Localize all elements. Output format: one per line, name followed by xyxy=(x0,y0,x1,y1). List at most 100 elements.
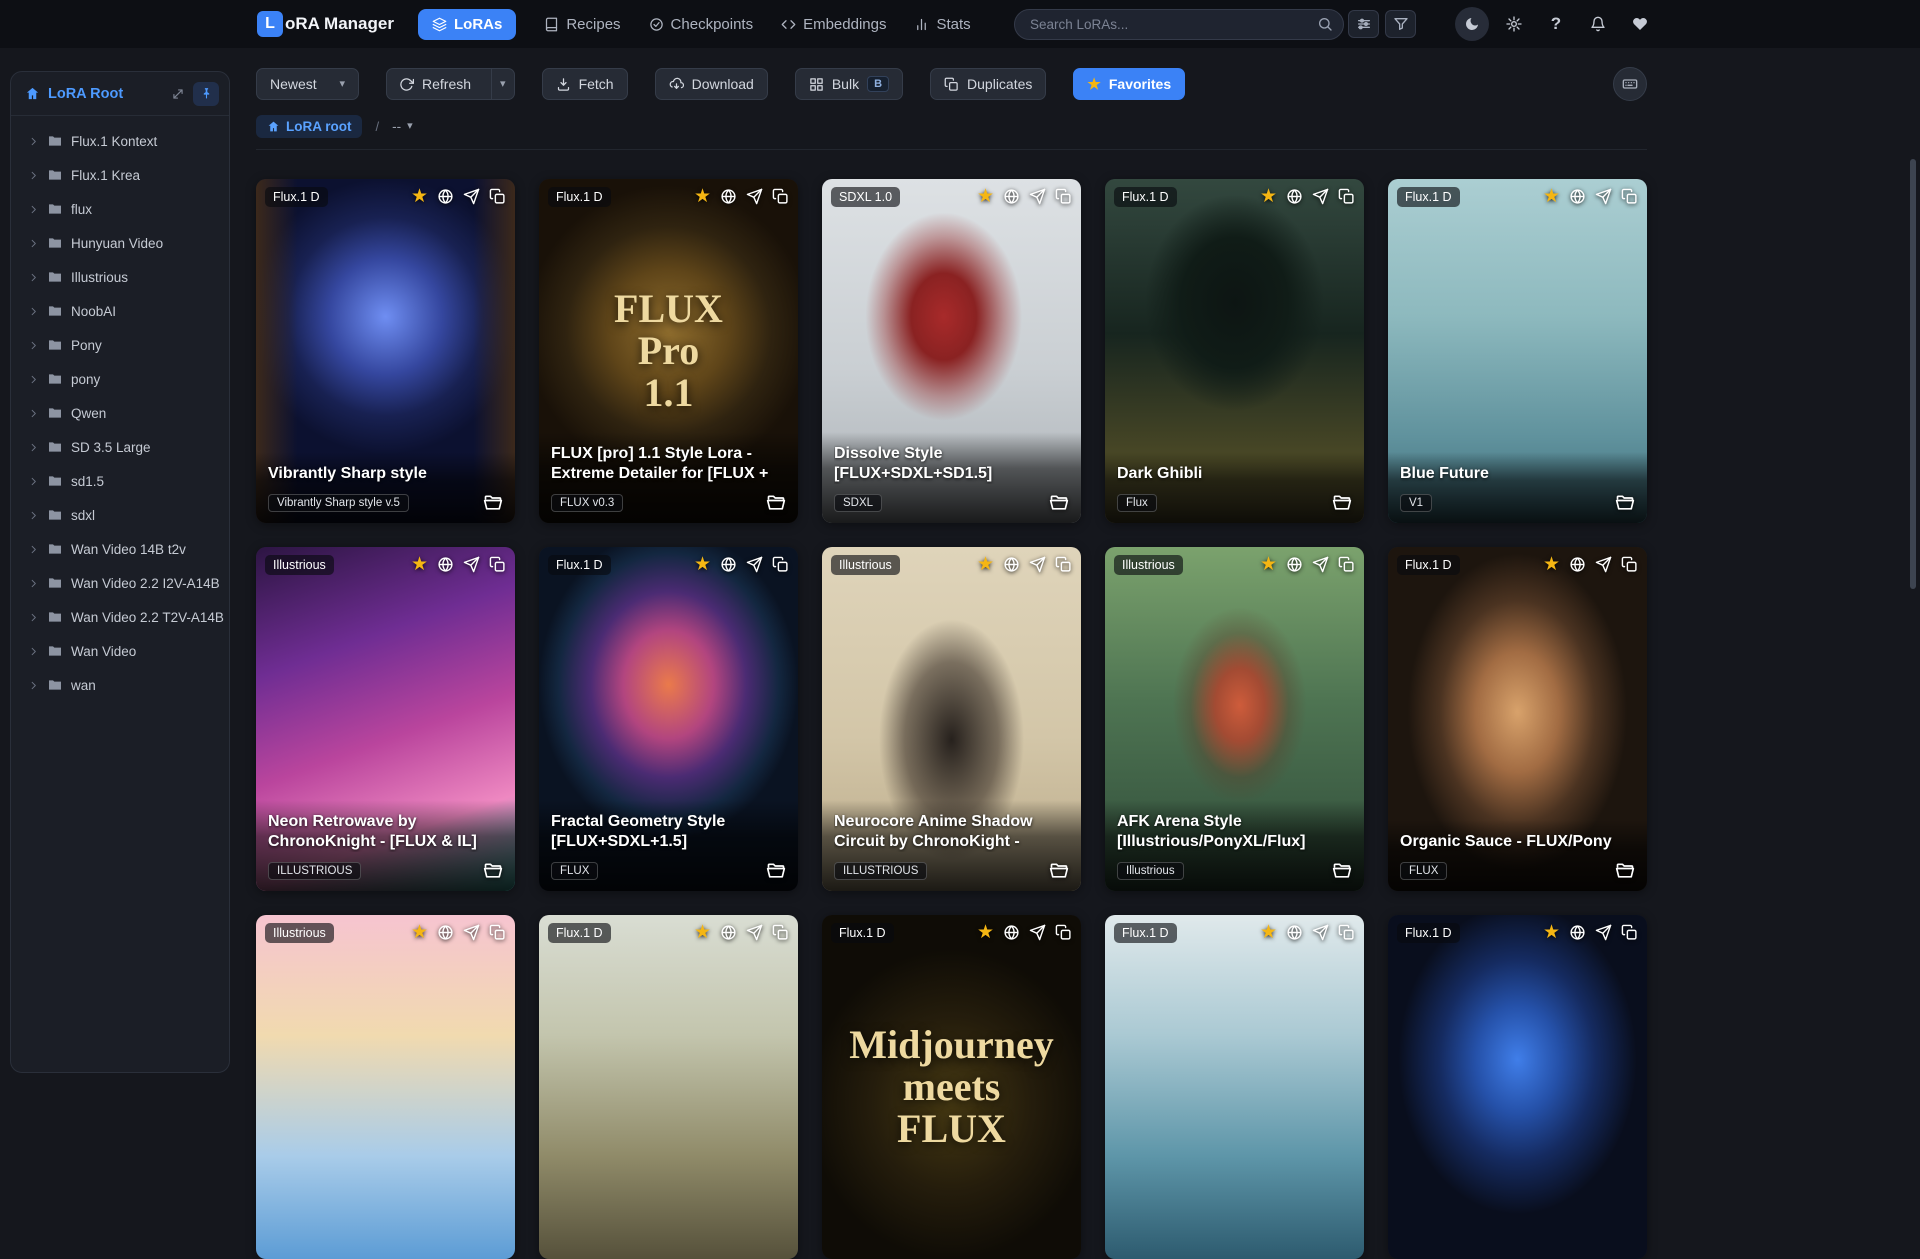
globe-icon[interactable] xyxy=(1003,924,1020,941)
sidebar-folder-item[interactable]: Flux.1 Krea xyxy=(11,158,229,192)
copy-icon[interactable] xyxy=(1055,188,1072,205)
settings-button[interactable] xyxy=(1497,7,1531,41)
send-icon[interactable] xyxy=(1595,188,1612,205)
copy-icon[interactable] xyxy=(1621,556,1638,573)
lora-card[interactable]: Flux.1 D ★ xyxy=(1105,915,1364,1259)
globe-icon[interactable] xyxy=(1569,556,1586,573)
copy-icon[interactable] xyxy=(1338,188,1355,205)
nav-checkpoints[interactable]: Checkpoints xyxy=(649,16,753,33)
favorite-star-icon[interactable]: ★ xyxy=(977,187,994,206)
globe-icon[interactable] xyxy=(720,188,737,205)
send-icon[interactable] xyxy=(746,188,763,205)
sidebar-folder-item[interactable]: pony xyxy=(11,362,229,396)
folder-open-icon[interactable] xyxy=(1049,861,1069,881)
sidebar-folder-item[interactable]: sd1.5 xyxy=(11,464,229,498)
lora-card[interactable]: Illustrious ★ xyxy=(256,915,515,1259)
favorite-star-icon[interactable]: ★ xyxy=(1260,923,1277,942)
pin-sidebar-button[interactable] xyxy=(193,81,219,106)
lora-card[interactable]: FLUX Pro 1.1 Flux.1 D ★ FLUX [pro] 1.1 S… xyxy=(539,179,798,523)
send-icon[interactable] xyxy=(746,556,763,573)
sidebar-folder-item[interactable]: Wan Video 2.2 T2V-A14B xyxy=(11,600,229,634)
send-icon[interactable] xyxy=(463,556,480,573)
lora-card[interactable]: Midjourney meets FLUX Flux.1 D ★ xyxy=(822,915,1081,1259)
fetch-button[interactable]: Fetch xyxy=(541,68,628,100)
folder-open-icon[interactable] xyxy=(1332,493,1352,513)
duplicates-button[interactable]: Duplicates xyxy=(930,68,1047,100)
copy-icon[interactable] xyxy=(489,188,506,205)
copy-icon[interactable] xyxy=(1621,188,1638,205)
folder-open-icon[interactable] xyxy=(483,493,503,513)
globe-icon[interactable] xyxy=(1286,188,1303,205)
copy-icon[interactable] xyxy=(772,924,789,941)
send-icon[interactable] xyxy=(1312,188,1329,205)
lora-card[interactable]: Flux.1 D ★ Fractal Geometry Style [FLUX+… xyxy=(539,547,798,891)
folder-open-icon[interactable] xyxy=(1049,493,1069,513)
globe-icon[interactable] xyxy=(1286,556,1303,573)
copy-icon[interactable] xyxy=(1621,924,1638,941)
favorite-star-icon[interactable]: ★ xyxy=(694,923,711,942)
sort-options-button[interactable] xyxy=(1348,10,1379,38)
folder-open-icon[interactable] xyxy=(766,861,786,881)
globe-icon[interactable] xyxy=(437,188,454,205)
send-icon[interactable] xyxy=(1029,188,1046,205)
sidebar-folder-item[interactable]: Wan Video 14B t2v xyxy=(11,532,229,566)
folder-open-icon[interactable] xyxy=(483,861,503,881)
globe-icon[interactable] xyxy=(1003,556,1020,573)
copy-icon[interactable] xyxy=(1338,924,1355,941)
globe-icon[interactable] xyxy=(1569,188,1586,205)
sidebar-folder-item[interactable]: NoobAI xyxy=(11,294,229,328)
favorite-star-icon[interactable]: ★ xyxy=(1260,555,1277,574)
favorites-nav-button[interactable] xyxy=(1623,7,1657,41)
send-icon[interactable] xyxy=(1312,556,1329,573)
globe-icon[interactable] xyxy=(437,924,454,941)
favorite-star-icon[interactable]: ★ xyxy=(1543,923,1560,942)
help-button[interactable]: ? xyxy=(1539,7,1573,41)
send-icon[interactable] xyxy=(1595,556,1612,573)
globe-icon[interactable] xyxy=(1003,188,1020,205)
copy-icon[interactable] xyxy=(772,188,789,205)
favorite-star-icon[interactable]: ★ xyxy=(411,923,428,942)
favorite-star-icon[interactable]: ★ xyxy=(694,187,711,206)
favorite-star-icon[interactable]: ★ xyxy=(1260,187,1277,206)
favorite-star-icon[interactable]: ★ xyxy=(977,555,994,574)
breadcrumb-root[interactable]: LoRA root xyxy=(256,115,363,138)
sidebar-folder-item[interactable]: Illustrious xyxy=(11,260,229,294)
send-icon[interactable] xyxy=(1595,924,1612,941)
lora-card[interactable]: SDXL 1.0 ★ Dissolve Style [FLUX+SDXL+SD1… xyxy=(822,179,1081,523)
nav-stats[interactable]: Stats xyxy=(914,16,971,33)
favorite-star-icon[interactable]: ★ xyxy=(411,555,428,574)
lora-card[interactable]: Flux.1 D ★ xyxy=(539,915,798,1259)
favorite-star-icon[interactable]: ★ xyxy=(1543,555,1560,574)
sidebar-folder-item[interactable]: sdxl xyxy=(11,498,229,532)
globe-icon[interactable] xyxy=(720,924,737,941)
sidebar-folder-item[interactable]: flux xyxy=(11,192,229,226)
copy-icon[interactable] xyxy=(489,924,506,941)
favorites-filter-button[interactable]: ★ Favorites xyxy=(1073,68,1186,100)
send-icon[interactable] xyxy=(746,924,763,941)
send-icon[interactable] xyxy=(1312,924,1329,941)
globe-icon[interactable] xyxy=(720,556,737,573)
globe-icon[interactable] xyxy=(1286,924,1303,941)
lora-card[interactable]: Flux.1 D ★ Organic Sauce - FLUX/Pony FLU… xyxy=(1388,547,1647,891)
sidebar-folder-item[interactable]: Hunyuan Video xyxy=(11,226,229,260)
lora-card[interactable]: Illustrious ★ Neurocore Anime Shadow Cir… xyxy=(822,547,1081,891)
lora-card[interactable]: Illustrious ★ Neon Retrowave by ChronoKn… xyxy=(256,547,515,891)
sidebar-folder-item[interactable]: Pony xyxy=(11,328,229,362)
favorite-star-icon[interactable]: ★ xyxy=(1543,187,1560,206)
favorite-star-icon[interactable]: ★ xyxy=(977,923,994,942)
notifications-button[interactable] xyxy=(1581,7,1615,41)
lora-card[interactable]: Flux.1 D ★ xyxy=(1388,915,1647,1259)
lora-card[interactable]: Flux.1 D ★ Blue Future V1 xyxy=(1388,179,1647,523)
folder-open-icon[interactable] xyxy=(1615,861,1635,881)
sidebar-folder-item[interactable]: Flux.1 Kontext xyxy=(11,124,229,158)
sort-select[interactable]: Newest ▾ xyxy=(256,68,359,100)
filter-button[interactable] xyxy=(1385,10,1416,38)
copy-icon[interactable] xyxy=(489,556,506,573)
sidebar-folder-item[interactable]: SD 3.5 Large xyxy=(11,430,229,464)
download-button[interactable]: Download xyxy=(654,68,768,100)
send-icon[interactable] xyxy=(1029,556,1046,573)
nav-recipes[interactable]: Recipes xyxy=(544,16,621,33)
breadcrumb-current[interactable]: -- ▾ xyxy=(392,119,413,134)
keyboard-shortcuts-button[interactable] xyxy=(1613,67,1647,101)
folder-open-icon[interactable] xyxy=(1615,493,1635,513)
